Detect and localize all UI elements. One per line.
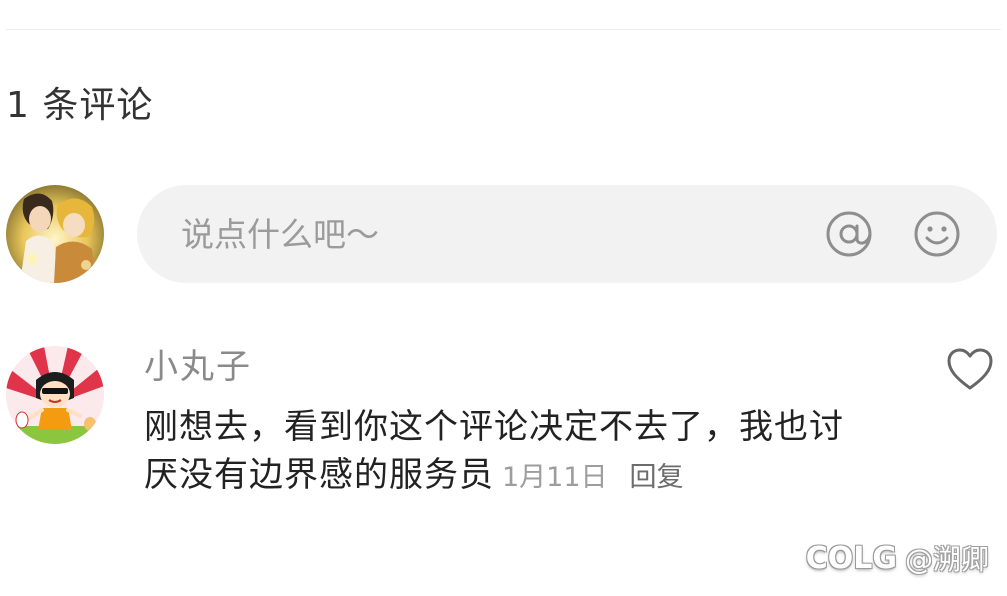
user-avatar-image [6,185,104,283]
watermark-handle: @溯卿 [904,543,989,576]
user-avatar[interactable] [6,185,104,283]
comment-count-heading: 1 条评论 [6,85,154,126]
comment-text: 刚想去，看到你这个评论决定不去了，我也讨厌没有边界感的服务员 [144,407,844,495]
top-divider [6,29,1001,30]
comment-composer[interactable] [137,185,997,283]
comment-input[interactable] [181,209,781,259]
comment-username[interactable]: 小丸子 [144,344,252,390]
watermark-logo: COLG [805,540,897,576]
watermark: COLG @溯卿 [806,536,989,580]
smiley-icon[interactable] [911,208,963,260]
comment-body: 刚想去，看到你这个评论决定不去了，我也讨厌没有边界感的服务员 1月11日 回复 [144,403,864,502]
comment-date: 1月11日 [502,462,608,493]
reply-button[interactable]: 回复 [630,462,684,493]
cartoon-avatar-image [6,346,104,444]
at-icon[interactable] [823,208,875,260]
commenter-avatar[interactable] [6,346,104,444]
heart-icon[interactable] [946,346,994,394]
